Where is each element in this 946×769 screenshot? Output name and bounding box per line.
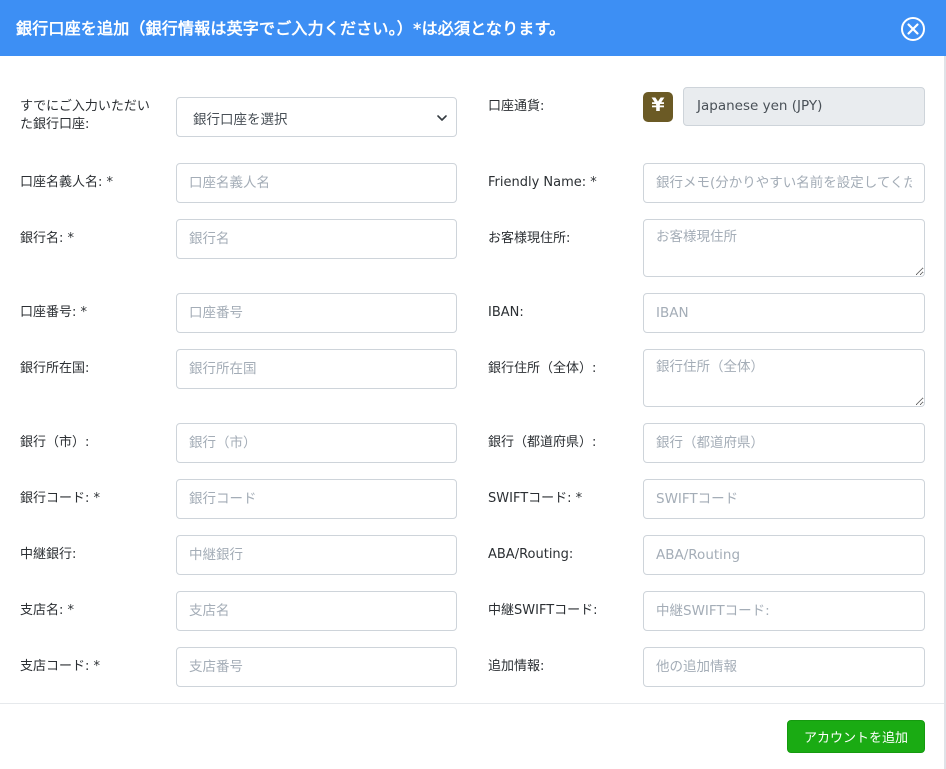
modal-title: 銀行口座を追加（銀行情報は英字でご入力ください。）*は必須となります。 xyxy=(16,19,566,38)
bank-name-input[interactable] xyxy=(176,219,457,259)
customer-address-textarea[interactable] xyxy=(643,219,925,277)
currency-field: Japanese yen (JPY) xyxy=(683,87,925,126)
currency-label: 口座通貨: xyxy=(488,99,545,114)
intermediary-swift-input[interactable] xyxy=(643,591,925,631)
customer-address-label: お客様現住所: xyxy=(488,231,571,246)
swift-code-input[interactable] xyxy=(643,479,925,519)
account-number-label: 口座番号: * xyxy=(20,305,88,320)
bank-prefecture-label: 銀行（都道府県）: xyxy=(488,435,597,450)
bank-prefecture-input[interactable] xyxy=(643,423,925,463)
bank-country-label: 銀行所在国: xyxy=(20,361,90,376)
intermediary-bank-label: 中継銀行: xyxy=(20,547,77,562)
account-holder-label: 口座名義人名: * xyxy=(20,175,114,190)
bank-code-label: 銀行コード: * xyxy=(20,491,101,506)
existing-account-selected: 銀行口座を選択 xyxy=(193,112,288,128)
branch-code-input[interactable] xyxy=(176,647,457,687)
additional-info-label: 追加情報: xyxy=(488,659,545,674)
iban-label: IBAN: xyxy=(488,305,524,320)
swift-code-label: SWIFTコード: * xyxy=(488,491,583,506)
existing-account-label: すでにご入力いただいた銀行口座: xyxy=(20,99,150,132)
iban-input[interactable] xyxy=(643,293,925,333)
bank-country-input[interactable] xyxy=(176,349,457,389)
branch-code-label: 支店コード: * xyxy=(20,659,101,674)
intermediary-bank-input[interactable] xyxy=(176,535,457,575)
additional-info-input[interactable] xyxy=(643,647,925,687)
currency-value: Japanese yen (JPY) xyxy=(697,98,823,114)
account-number-input[interactable] xyxy=(176,293,457,333)
account-holder-input[interactable] xyxy=(176,163,457,203)
footer-divider xyxy=(0,703,944,704)
bank-address-textarea[interactable] xyxy=(643,349,925,407)
bank-code-input[interactable] xyxy=(176,479,457,519)
friendly-name-input[interactable] xyxy=(643,163,925,203)
chevron-down-icon xyxy=(437,115,447,121)
yen-icon: ¥ xyxy=(643,92,673,122)
branch-name-input[interactable] xyxy=(176,591,457,631)
friendly-name-label: Friendly Name: * xyxy=(488,175,597,190)
intermediary-swift-label: 中継SWIFTコード: xyxy=(488,603,598,618)
aba-routing-input[interactable] xyxy=(643,535,925,575)
bank-city-label: 銀行（市）: xyxy=(20,435,90,450)
bank-name-label: 銀行名: * xyxy=(20,231,75,246)
yen-glyph: ¥ xyxy=(651,94,665,116)
aba-routing-label: ABA/Routing: xyxy=(488,547,574,562)
bank-address-label: 銀行住所（全体）: xyxy=(488,361,597,376)
close-icon[interactable] xyxy=(900,16,926,42)
branch-name-label: 支店名: * xyxy=(20,603,75,618)
modal-header: 銀行口座を追加（銀行情報は英字でご入力ください。）*は必須となります。 xyxy=(0,0,946,56)
add-account-button[interactable]: アカウントを追加 xyxy=(787,720,925,753)
bank-city-input[interactable] xyxy=(176,423,457,463)
existing-account-select[interactable]: 銀行口座を選択 xyxy=(176,97,457,137)
